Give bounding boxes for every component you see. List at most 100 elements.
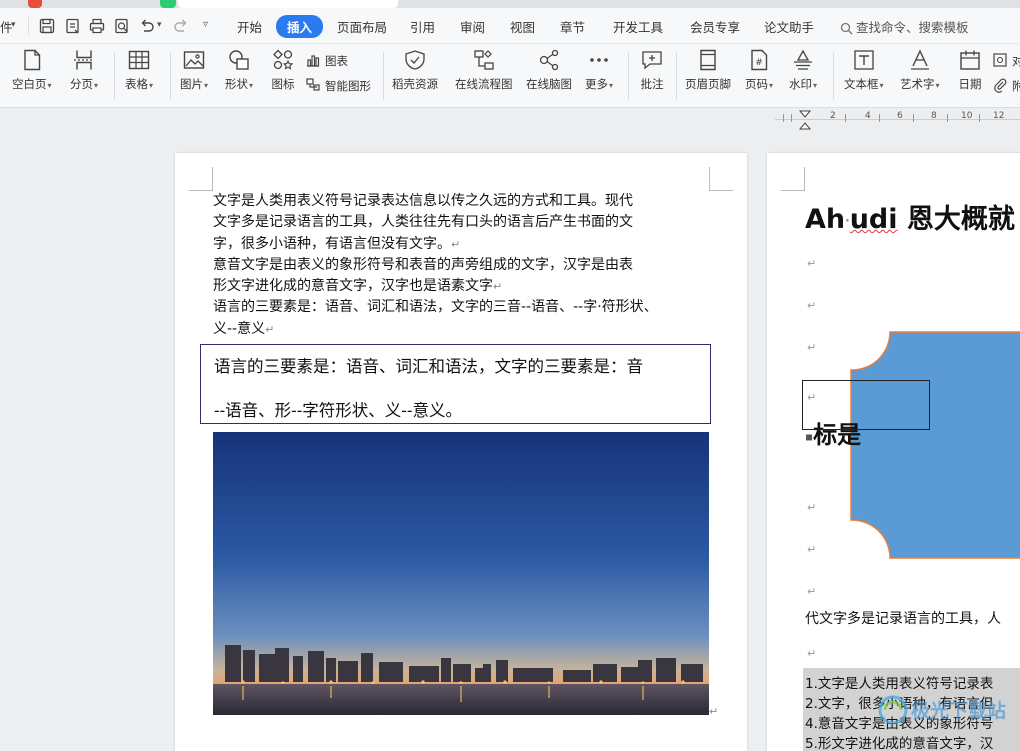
paragraph-3[interactable]: 语言的三要素是：语音、词汇和语法，文字的三音--语音、--字·符形状、 义--意… [213,297,713,340]
tab-developer-tools[interactable]: 开发工具 [613,17,663,36]
picture-icon [183,51,205,69]
tab-indicator-green[interactable] [160,0,176,8]
page-break-button[interactable]: 分页▾ [70,48,98,92]
watermark-button[interactable]: 水印▾ [789,48,817,92]
picture-button[interactable]: 图片▾ [180,48,208,92]
tab-chapter[interactable]: 章节 [560,17,585,36]
chart-icon [307,55,320,67]
paragraph-mark-icon: ↵ [709,705,719,718]
window-tab-strip [0,0,1020,8]
paragraph-line: 形文字进化成的意音文字，汉字也是语素文字 [213,278,493,295]
tab-view[interactable]: 视图 [510,17,535,36]
tab-home[interactable]: 开始 [237,17,262,36]
mindmap-button[interactable]: 在线脑图 [526,48,572,92]
document-page-2[interactable]: Ah·udi 恩大概就 ↵ ↵ ↵ ↵ ▪标是 ↵ ↵ ↵ 代文字多是记录语言的… [767,153,1020,751]
textbox-button[interactable]: 文本框▾ [844,48,884,92]
paragraph-1[interactable]: 文字是人类用表义符号记录表达信息以传之久远的方式和工具。现代 文字多是记录语言的… [213,191,713,255]
wordart-button[interactable]: 艺术字▾ [900,48,940,92]
paragraph-2[interactable]: 意音文字是由表义的象形符号和表音的声旁组成的文字，汉字是由表 形文字进化成的意音… [213,255,713,298]
chart-label: 图表 [325,54,348,68]
body-text[interactable]: 文字是人类用表义符号记录表达信息以传之久远的方式和工具。现代 文字多是记录语言的… [213,191,713,340]
date-icon [960,50,980,70]
tab-insert[interactable]: 插入 [276,15,324,38]
more-button[interactable]: 更多▾ [585,48,613,92]
textbox-icon [854,50,874,70]
docer-resource-button[interactable]: 稻壳资源 [392,48,438,92]
smart-graphic-button[interactable]: 智能图形 [305,77,371,94]
heading-cjk: 恩大概就 [906,204,1015,235]
document-page-1[interactable]: 文字是人类用表义符号记录表达信息以传之久远的方式和工具。现代 文字多是记录语言的… [175,153,747,751]
redo-icon[interactable] [172,17,190,35]
header-footer-button[interactable]: 页眉页脚 [685,48,731,92]
undo-icon[interactable] [138,17,156,35]
blank-page-label: 空白页 [12,77,47,91]
paragraph-mark-icon: ↵ [807,543,817,556]
ruler-number: 4 [865,111,871,121]
ruler-number: 8 [931,111,937,121]
command-search[interactable]: 查找命令、搜索模板 [840,17,969,36]
icon-library-button[interactable]: 图标 [271,48,295,92]
tab-indicator-red[interactable] [28,0,42,8]
chart-button[interactable]: 图表 [305,52,348,69]
shape-icon [229,50,249,70]
chevron-down-icon[interactable]: ▾ [11,20,16,30]
tab-page-layout[interactable]: 页面布局 [337,17,387,36]
svg-text:#: # [755,58,763,68]
horizontal-ruler[interactable]: 2 4 6 8 10 12 [775,110,1020,130]
tab-member-exclusive[interactable]: 会员专享 [690,17,740,36]
paragraph-mark-icon: ↵ [493,280,503,294]
margin-corner-mark [709,167,733,191]
active-document-tab[interactable] [178,0,398,8]
attachment-button[interactable]: 附 [992,77,1020,94]
ruler-number: 10 [961,111,973,121]
textbox-label: 文本框 [844,77,879,91]
object-label: 对 [1012,54,1020,68]
comment-button[interactable]: 批注 [640,48,664,92]
heading-1[interactable]: Ah·udi 恩大概就 [805,197,1015,236]
print-preview-icon[interactable] [113,17,131,35]
customize-toolbar-icon[interactable]: ▿ [203,19,208,30]
heading-latin-a: Ah [805,204,846,235]
blue-shape[interactable] [850,331,1020,559]
undo-dropdown-icon[interactable]: ▾ [157,20,162,30]
tab-references[interactable]: 引用 [410,17,435,36]
wordart-label: 艺术字 [900,77,935,91]
menu-bar: 件 ▾ ▾ ▿ 开始 插入 页面布局 引用 审阅 视图 章节 开发工具 会员专享… [0,8,1020,44]
shape-button[interactable]: 形状▾ [225,48,253,92]
blank-page-icon [24,49,40,71]
list-item[interactable]: 1.文字是人类用表义符号记录表 [805,672,993,692]
export-pdf-icon[interactable] [64,17,82,35]
watermark-icon [794,49,812,70]
selection-frame[interactable] [802,380,930,430]
flowchart-icon [474,50,494,70]
paragraph-mark-icon: ↵ [807,257,817,270]
paragraph-mark-icon: ↵ [451,237,461,251]
print-icon[interactable] [88,17,106,35]
docer-resource-icon [405,50,425,70]
body-text-line[interactable]: 代文字多是记录语言的工具，人 [805,608,1001,628]
icon-library-icon [273,49,294,70]
date-label: 日期 [958,77,982,91]
ruler-number: 6 [897,111,903,121]
mindmap-label: 在线脑图 [526,77,572,91]
text-box[interactable]: 语言的三要素是：语音、词汇和语法，文字的三要素是：音 --语音、形--字符形状、… [200,344,711,424]
page-number-button[interactable]: # 页码▾ [745,48,773,92]
text-box-line: 语言的三要素是：语音、词汇和语法，文字的三要素是：音 [214,357,643,376]
date-button[interactable]: 日期 [958,48,982,92]
mindmap-icon [539,49,559,71]
flowchart-button[interactable]: 在线流程图 [455,48,513,92]
insert-ribbon: 空白页▾ 分页▾ 表格▾ 图片▾ 形状▾ 图标 图表 智能图形 稻壳资源 在线流… [0,44,1020,108]
indent-marker-icon[interactable] [799,110,811,130]
tab-review[interactable]: 审阅 [460,17,485,36]
header-footer-label: 页眉页脚 [685,77,731,91]
tab-thesis-assistant[interactable]: 论文助手 [764,17,814,36]
list-item[interactable]: 5.形文字进化成的意音文字，汉 [805,732,993,751]
object-button[interactable]: 对 [992,52,1020,69]
paragraph-line: 字，很多小语种，有语言但没有文字。 [213,235,451,252]
save-icon[interactable] [38,17,56,35]
blank-page-button[interactable]: 空白页▾ [12,48,52,92]
table-button[interactable]: 表格▾ [125,48,153,92]
city-night-photo[interactable] [213,432,709,715]
paragraph-mark-icon: ↵ [807,299,817,312]
object-icon [993,53,1007,67]
